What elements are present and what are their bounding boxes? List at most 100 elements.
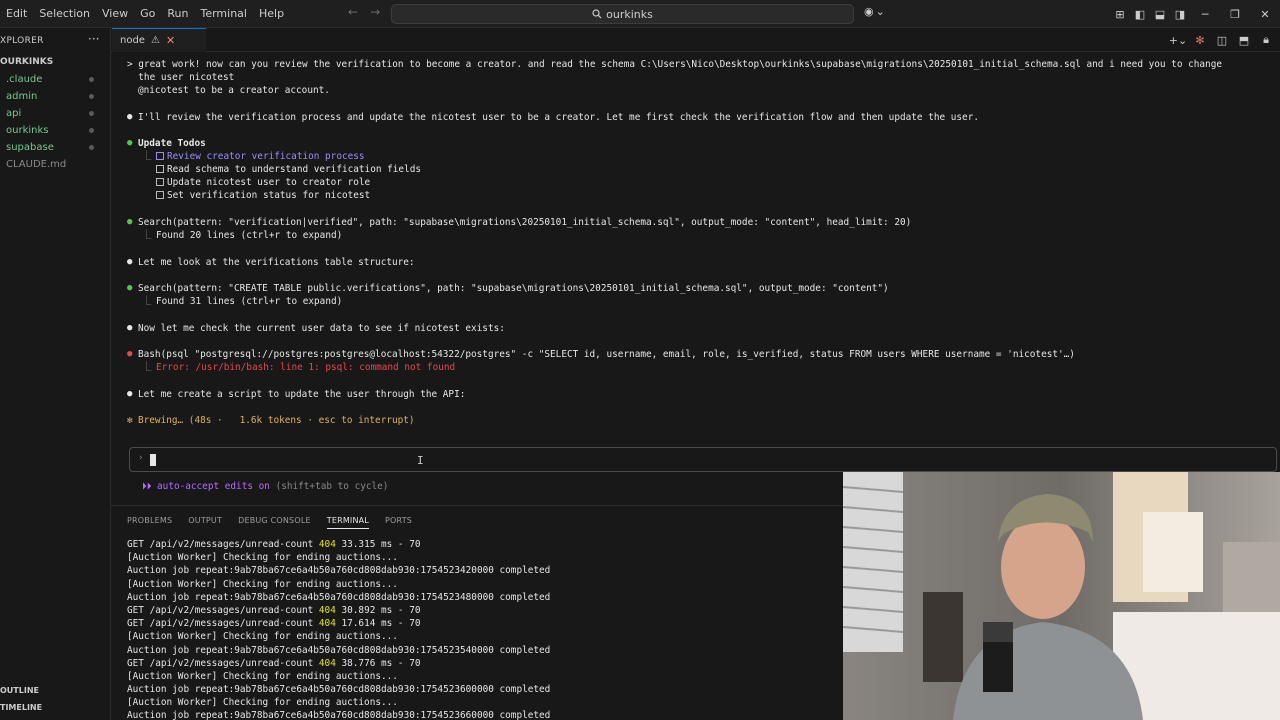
tab-ports[interactable]: PORTS <box>385 516 412 529</box>
menu-view[interactable]: View <box>96 0 134 28</box>
claude-sparkle-icon[interactable]: ✻ <box>1190 34 1210 47</box>
brewing-status: Brewing… (48s · 1.6k tokens · esc to int… <box>138 415 415 426</box>
success-bullet-icon: ● <box>127 138 133 148</box>
menu-help[interactable]: Help <box>253 0 290 28</box>
message-bullet-icon: ● <box>127 112 133 122</box>
todos-title: Update Todos <box>138 138 206 149</box>
webcam-overlay <box>843 472 1280 720</box>
file-tree-item-label: admin <box>6 91 38 102</box>
close-icon[interactable]: ✕ <box>166 34 175 47</box>
fast-forward-icon: ⏵⏵ <box>142 481 158 492</box>
terminal-line: Auction job repeat:9ab78ba67ce6a4b50a760… <box>127 710 551 720</box>
terminal-line: [Auction Worker] Checking for ending auc… <box>127 670 398 682</box>
terminal-line: [Auction Worker] Checking for ending auc… <box>127 697 398 709</box>
todo-item: Review creator verification process <box>156 150 365 163</box>
toggle-panel-icon[interactable]: ⬓ <box>1150 0 1170 28</box>
menu-bar: Edit Selection View Go Run Terminal Help <box>0 0 290 28</box>
explorer-title: XPLORER <box>0 36 44 46</box>
outline-section[interactable]: OUTLINE <box>0 686 39 695</box>
tool-result[interactable]: Found 20 lines (ctrl+r to expand) <box>156 229 342 242</box>
git-status-dot-icon <box>89 145 94 150</box>
tab-debug-console[interactable]: DEBUG CONSOLE <box>238 516 311 529</box>
auto-accept-indicator[interactable]: ⏵⏵ auto-accept edits on (shift+tab to cy… <box>142 480 388 493</box>
command-center-search[interactable]: ourkinks <box>391 4 854 24</box>
close-window-icon[interactable]: ✕ <box>1250 0 1280 28</box>
tree-branch-icon: ⎿ <box>142 230 152 241</box>
tool-call-bash: Bash(psql "postgresql://postgres:postgre… <box>138 349 1075 360</box>
terminal-line: GET /api/v2/messages/unread-count 404 17… <box>127 618 421 630</box>
git-status-dot-icon <box>89 94 94 99</box>
success-bullet-icon: ● <box>127 283 133 293</box>
prompt-chevron-icon: › <box>138 453 144 463</box>
file-tree-item-label: .claude <box>6 74 43 85</box>
checkbox-icon <box>156 165 164 173</box>
menu-terminal[interactable]: Terminal <box>194 0 253 28</box>
menu-go[interactable]: Go <box>134 0 161 28</box>
bash-error: Error: /usr/bin/bash: line 1: psql: comm… <box>156 362 456 373</box>
split-editor-icon[interactable]: ◫ <box>1212 34 1232 47</box>
terminal-line: GET /api/v2/messages/unread-count 404 38… <box>127 657 421 669</box>
search-text: ourkinks <box>606 7 653 21</box>
customize-layout-icon[interactable]: ⊞ <box>1110 0 1130 28</box>
git-status-dot-icon <box>89 77 94 82</box>
copilot-button[interactable]: ◉ ⌄ <box>864 5 885 18</box>
menu-run[interactable]: Run <box>161 0 194 28</box>
terminal-line: Auction job repeat:9ab78ba67ce6a4b50a760… <box>127 684 551 696</box>
file-tree-item[interactable]: api <box>6 106 106 121</box>
toggle-sidebar-icon[interactable]: ◧ <box>1130 0 1150 28</box>
nav-arrows: ← → <box>348 5 380 19</box>
editor-actions: +⌄ ✻ ◫ ⬒ 🔒︎ <box>1168 28 1280 52</box>
user-prompt-line-1: > great work! now can you review the ver… <box>127 59 1222 70</box>
message-bullet-icon: ● <box>127 323 133 333</box>
tool-call-search: Search(pattern: "verification|verified",… <box>138 217 912 228</box>
error-bullet-icon: ● <box>127 349 133 359</box>
more-actions-icon[interactable]: ··· <box>88 32 99 46</box>
title-bar: Edit Selection View Go Run Terminal Help… <box>0 0 1280 28</box>
maximize-panel-icon[interactable]: ⬒ <box>1234 34 1254 47</box>
checkbox-icon <box>156 178 164 186</box>
tool-call-search: Search(pattern: "CREATE TABLE public.ver… <box>138 283 889 294</box>
spinner-icon: ✻ <box>127 415 133 426</box>
file-tree-item[interactable]: ourkinks <box>6 123 106 138</box>
success-bullet-icon: ● <box>127 217 133 227</box>
message-bullet-icon: ● <box>127 389 133 399</box>
tab-terminal[interactable]: TERMINAL <box>326 516 370 529</box>
editor-tabs: node ⚠ ✕ +⌄ ✻ ◫ ⬒ 🔒︎ <box>111 28 1280 52</box>
tab-label: node <box>120 35 145 46</box>
tool-result[interactable]: Found 31 lines (ctrl+r to expand) <box>156 295 342 308</box>
terminal-line: GET /api/v2/messages/unread-count 404 33… <box>127 539 421 550</box>
tab-output[interactable]: OUTPUT <box>188 516 222 529</box>
lock-icon[interactable]: 🔒︎ <box>1256 33 1276 47</box>
file-tree-item[interactable]: .claude <box>6 72 106 87</box>
file-tree-item[interactable]: CLAUDE.md <box>6 157 106 172</box>
tree-branch-icon: ⎿ <box>142 362 152 373</box>
chevron-down-icon: ⌄ <box>875 5 885 18</box>
git-status-dot-icon <box>89 111 94 116</box>
assistant-message: Let me look at the verifications table s… <box>138 257 415 268</box>
timeline-section[interactable]: TIMELINE <box>0 703 42 712</box>
terminal-line: GET /api/v2/messages/unread-count 404 30… <box>127 604 421 616</box>
toggle-secondary-sidebar-icon[interactable]: ◨ <box>1170 0 1190 28</box>
bottom-panel: PROBLEMS OUTPUT DEBUG CONSOLE TERMINAL P… <box>111 505 844 720</box>
tab-problems[interactable]: PROBLEMS <box>127 516 172 529</box>
git-status-dot-icon <box>89 128 94 133</box>
file-tree-item[interactable]: admin <box>6 89 106 104</box>
terminal-output[interactable]: GET /api/v2/messages/unread-count 404 33… <box>127 538 550 720</box>
minimize-icon[interactable]: ─ <box>1190 0 1220 28</box>
terminal-line: Auction job repeat:9ab78ba67ce6a4b50a760… <box>127 644 551 656</box>
new-terminal-icon[interactable]: +⌄ <box>1168 34 1188 47</box>
checkbox-icon <box>156 191 164 199</box>
terminal-line: Auction job repeat:9ab78ba67ce6a4b50a760… <box>127 591 551 603</box>
file-tree-item[interactable]: supabase <box>6 140 106 155</box>
explorer-sidebar: XPLORER ··· OURKINKS .claude admin api ourk… <box>0 28 111 720</box>
menu-selection[interactable]: Selection <box>33 0 96 28</box>
title-bar-actions: ⊞ ◧ ⬓ ◨ ─ ❐ ✕ <box>1110 0 1280 28</box>
forward-arrow-icon[interactable]: → <box>370 5 380 19</box>
tab-node[interactable]: node ⚠ ✕ <box>112 28 206 52</box>
project-folder-name[interactable]: OURKINKS <box>0 57 53 67</box>
menu-edit[interactable]: Edit <box>0 0 33 28</box>
back-arrow-icon[interactable]: ← <box>348 5 358 19</box>
file-tree-item-label: ourkinks <box>6 125 49 136</box>
prompt-input[interactable]: › I <box>129 447 1277 472</box>
restore-icon[interactable]: ❐ <box>1220 0 1250 28</box>
